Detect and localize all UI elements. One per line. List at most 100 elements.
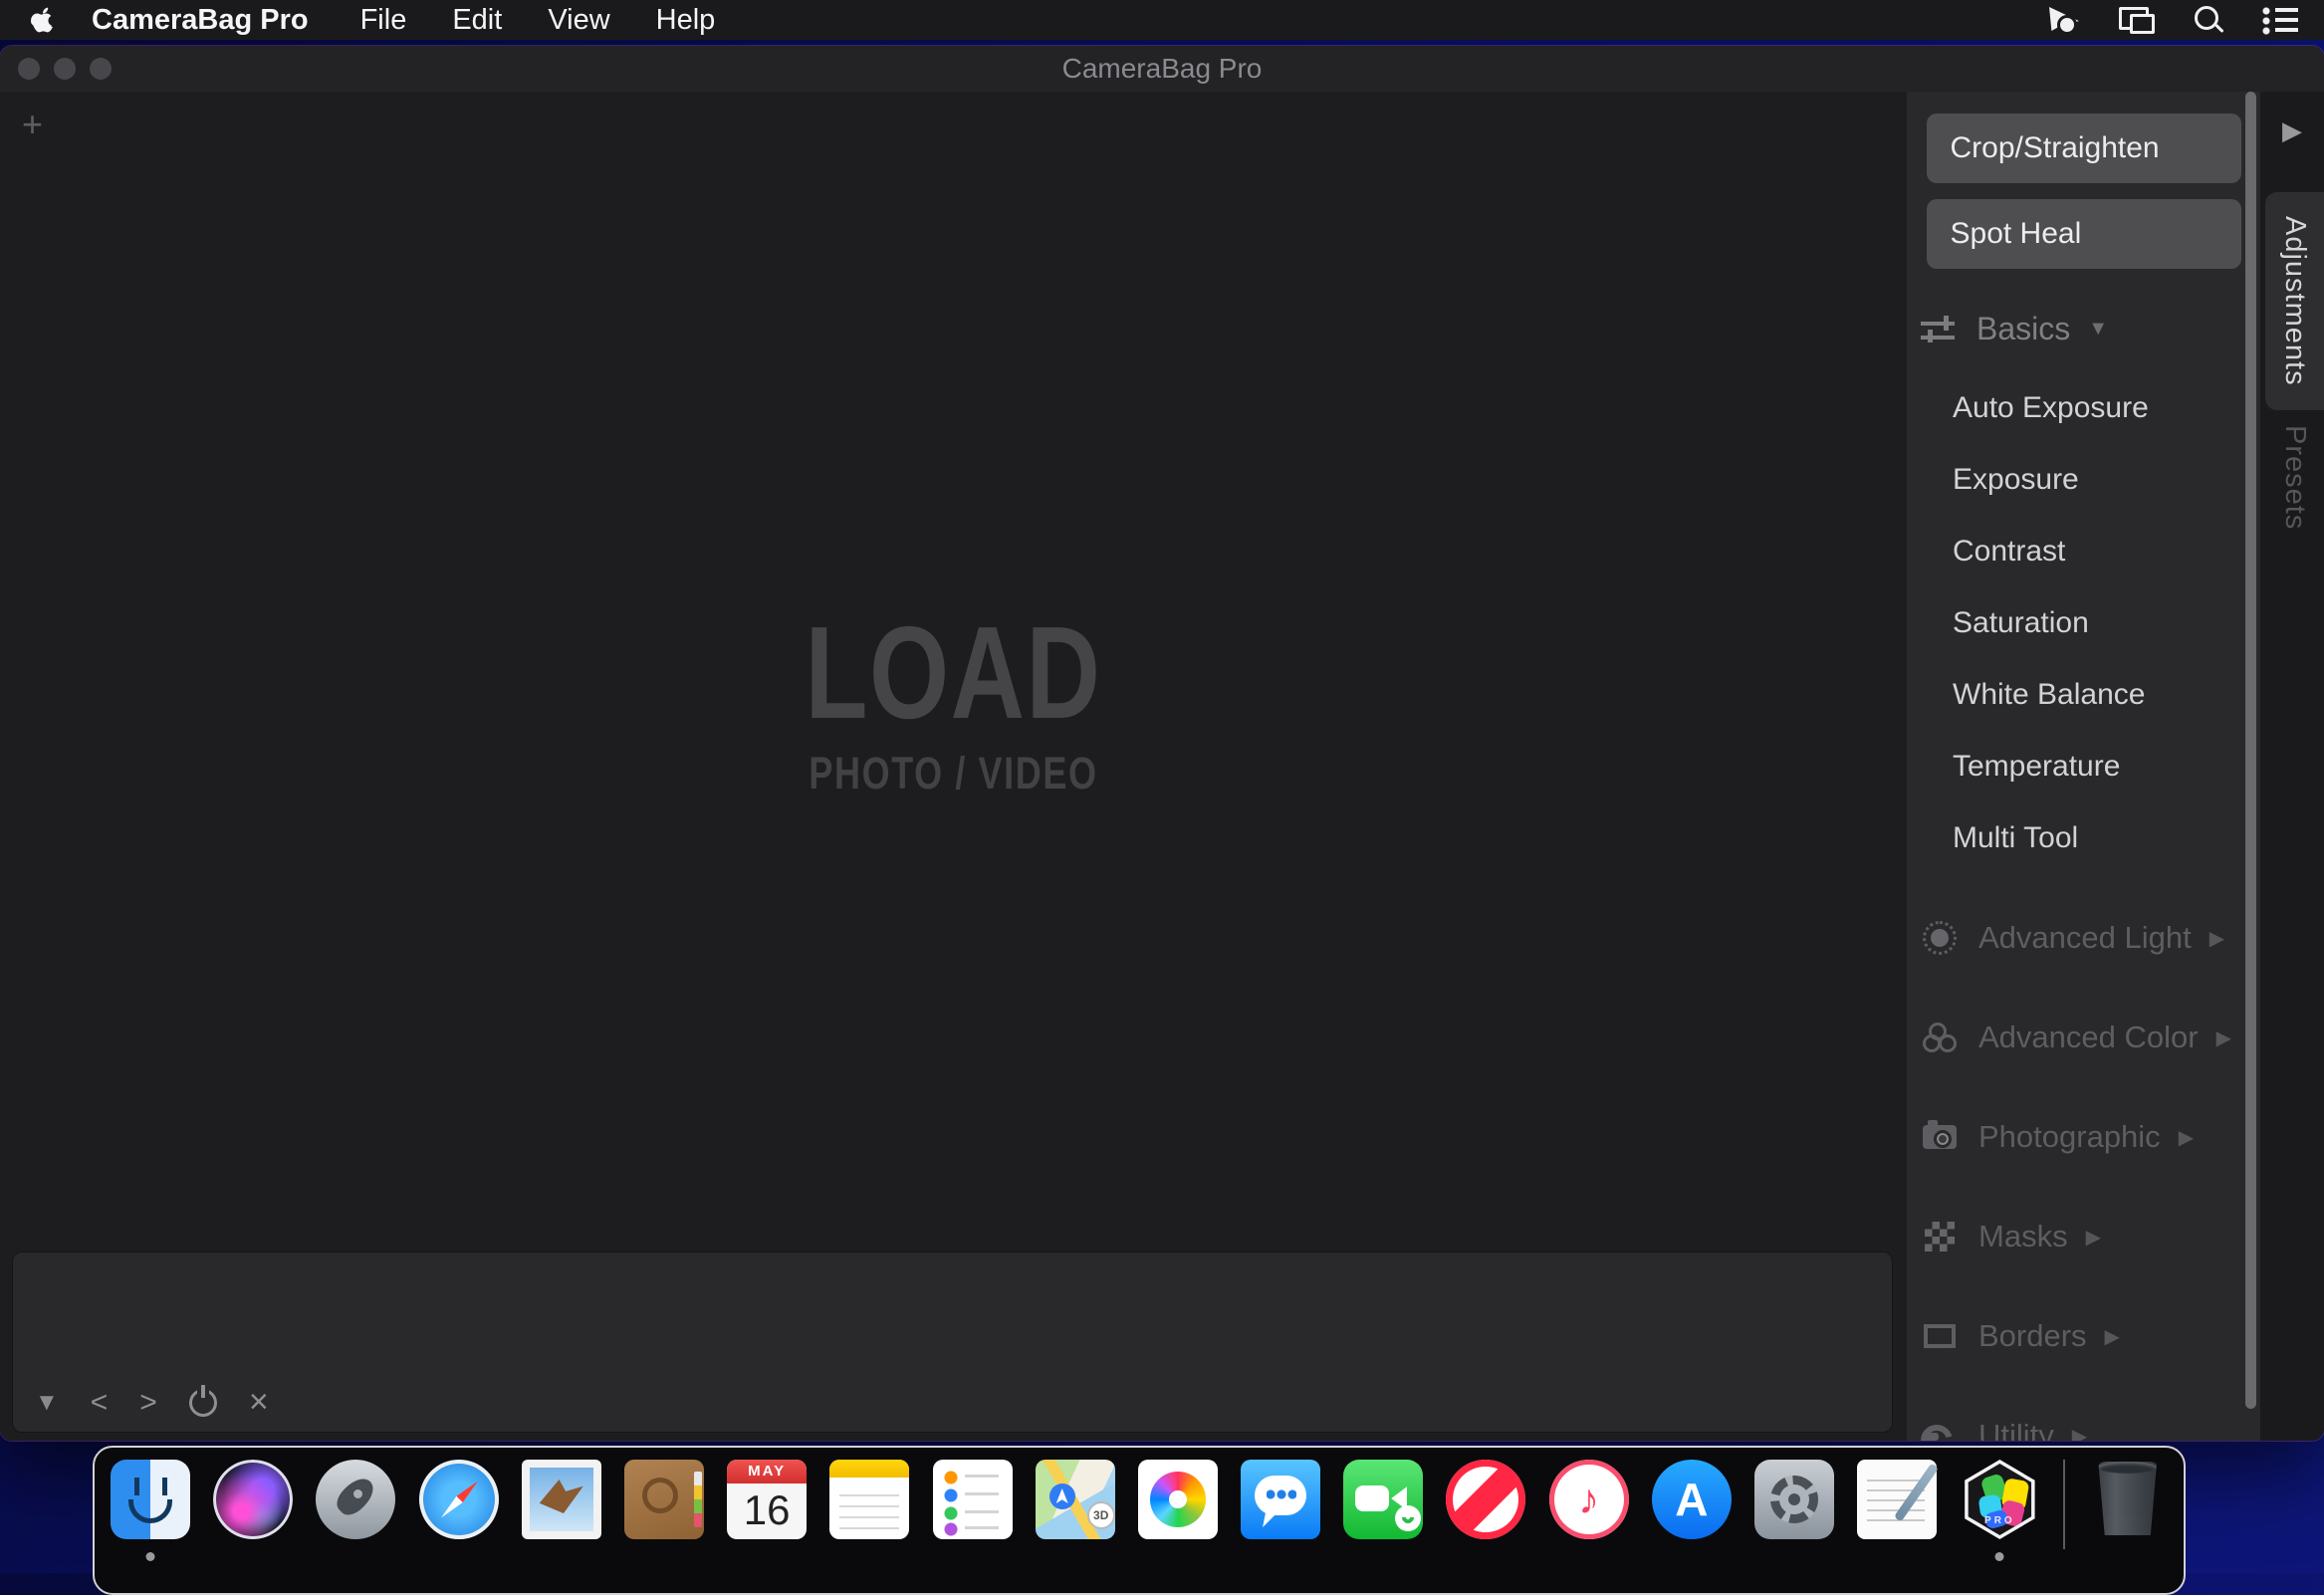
dock-item-appstore[interactable]: A — [1651, 1460, 1732, 1539]
dock-item-messages[interactable] — [1241, 1460, 1321, 1539]
adjustment-item[interactable]: Saturation — [1907, 587, 2260, 659]
camerabag-pro-badge: PRO — [1984, 1515, 2015, 1526]
calendar-day: 16 — [743, 1486, 791, 1533]
photo-canvas[interactable]: + LOAD PHOTO / VIDEO ▼ < > × — [0, 92, 1907, 1441]
window-title: CameraBag Pro — [1061, 53, 1263, 84]
adjustment-item[interactable]: Temperature — [1907, 731, 2260, 802]
contacts-icon — [623, 1460, 704, 1539]
tool-button[interactable]: Crop/Straighten — [1926, 114, 2241, 183]
power-toggle-button[interactable] — [188, 1384, 217, 1417]
notes-icon — [829, 1460, 910, 1539]
dock-item-maps[interactable]: 3D — [1035, 1460, 1115, 1539]
dock-item-notes[interactable] — [829, 1460, 910, 1539]
dock-item-facetime[interactable] — [1343, 1460, 1424, 1539]
displays-icon[interactable] — [2119, 3, 2155, 37]
group-utility[interactable]: Utility ▶ — [1907, 1386, 2260, 1441]
filmstrip-controls: ▼ < > × — [35, 1383, 269, 1422]
search-icon[interactable] — [2191, 3, 2226, 37]
dock-item-camerabag-pro[interactable]: PRO — [1960, 1460, 2039, 1539]
load-placeholder[interactable]: LOAD PHOTO / VIDEO — [0, 597, 1907, 799]
finder-icon — [111, 1460, 190, 1539]
dock-item-music[interactable]: ♪ — [1548, 1460, 1629, 1539]
filmstrip-panel: ▼ < > × — [12, 1252, 1893, 1433]
dock-item-launchpad[interactable] — [316, 1460, 396, 1539]
color-circles-icon — [1921, 1023, 1959, 1052]
basics-label: Basics — [1976, 310, 2071, 346]
photos-icon — [1137, 1460, 1218, 1539]
dock-item-reminders[interactable] — [932, 1460, 1013, 1539]
group-advanced-light[interactable]: Advanced Light ▶ — [1907, 888, 2260, 988]
camerabag-pro-icon: PRO — [1965, 1460, 2035, 1539]
wrench-icon — [1921, 1421, 1959, 1441]
panel-collapse-arrow-icon[interactable]: ▶ — [2282, 115, 2302, 146]
trash-icon — [2098, 1462, 2158, 1535]
filmstrip-collapse-button[interactable]: ▼ — [35, 1389, 59, 1417]
dock-item-photos[interactable] — [1137, 1460, 1218, 1539]
chevron-right-icon: ▶ — [2104, 1325, 2120, 1348]
safari-icon — [418, 1460, 499, 1539]
dock-item-news[interactable] — [1446, 1460, 1526, 1539]
dock-item-finder[interactable] — [111, 1460, 190, 1539]
apple-menu-icon[interactable] — [30, 3, 60, 37]
menu-item[interactable]: View — [548, 4, 609, 37]
maps-3d-badge: 3D — [1086, 1501, 1115, 1529]
tool-buttons: Crop/Straighten Spot Heal — [1907, 114, 2260, 269]
dock-item-calendar[interactable]: MAY 16 — [727, 1460, 808, 1539]
load-title: LOAD — [805, 599, 1102, 746]
facetime-icon — [1343, 1460, 1424, 1539]
adjustment-item[interactable]: Auto Exposure — [1907, 372, 2260, 444]
group-advanced-color[interactable]: Advanced Color ▶ — [1907, 988, 2260, 1087]
menubar-status-icons — [2047, 0, 2298, 40]
tab-adjustments[interactable]: Adjustments — [2265, 192, 2324, 410]
dock-item-textedit[interactable] — [1857, 1460, 1938, 1539]
adjustment-item[interactable]: Exposure — [1907, 444, 2260, 516]
adjustment-item[interactable]: White Balance — [1907, 659, 2260, 731]
chevron-right-icon: ▶ — [2215, 1026, 2231, 1049]
close-photo-button[interactable]: × — [249, 1383, 269, 1422]
camerabag-window: CameraBag Pro + LOAD PHOTO / VIDEO ▼ < >… — [0, 46, 2324, 1441]
chevron-down-icon[interactable]: ▼ — [2088, 318, 2108, 341]
adjustment-item[interactable]: Contrast — [1907, 516, 2260, 587]
basics-section-header[interactable]: Basics ▼ — [1921, 309, 2260, 348]
next-photo-button[interactable]: > — [139, 1386, 157, 1420]
tab-presets[interactable]: Presets — [2265, 420, 2324, 536]
chevron-right-icon: ▶ — [2085, 1226, 2101, 1249]
dock-item-system-preferences[interactable] — [1754, 1460, 1834, 1539]
news-icon — [1446, 1460, 1526, 1539]
load-subtitle: PHOTO / VIDEO — [809, 748, 1098, 798]
dock-item-trash[interactable] — [2088, 1460, 2168, 1539]
sliders-icon — [1921, 315, 1955, 342]
music-icon: ♪ — [1548, 1460, 1629, 1539]
app-store-icon: A — [1651, 1460, 1732, 1539]
mail-icon — [521, 1460, 601, 1539]
app-menus: File Edit View Help — [360, 4, 716, 37]
previous-photo-button[interactable]: < — [91, 1386, 109, 1420]
pointer-camera-icon[interactable] — [2047, 3, 2083, 37]
adjustment-item[interactable]: Multi Tool — [1907, 802, 2260, 874]
calendar-month: MAY — [727, 1460, 808, 1483]
dock-item-safari[interactable] — [418, 1460, 499, 1539]
menu-item[interactable]: File — [360, 4, 407, 37]
maps-navigation-arrow-icon — [1048, 1483, 1075, 1509]
sidebar-scrollbar[interactable] — [2245, 92, 2256, 1409]
window-titlebar[interactable]: CameraBag Pro — [0, 46, 2324, 92]
dock-item-mail[interactable] — [521, 1460, 601, 1539]
panel-tab-strip: ▶ Adjustments Presets — [2260, 92, 2324, 1441]
messages-icon — [1241, 1460, 1321, 1539]
group-borders[interactable]: Borders ▶ — [1907, 1286, 2260, 1386]
launchpad-icon — [316, 1460, 396, 1539]
list-icon[interactable] — [2262, 3, 2298, 37]
menu-bar: CameraBag Pro File Edit View Help — [0, 0, 2324, 40]
group-photographic[interactable]: Photographic ▶ — [1907, 1087, 2260, 1187]
basics-adjustments-list: Auto Exposure Exposure Contrast Saturation W… — [1907, 372, 2260, 874]
add-photo-button[interactable]: + — [22, 104, 43, 145]
dock-item-contacts[interactable] — [623, 1460, 704, 1539]
dock-item-siri[interactable] — [213, 1460, 294, 1539]
group-masks[interactable]: Masks ▶ — [1907, 1187, 2260, 1286]
menu-item[interactable]: Edit — [452, 4, 502, 37]
adjustments-sidebar: Crop/Straighten Spot Heal Basics ▼ Auto E… — [1907, 92, 2260, 1441]
menu-item[interactable]: Help — [656, 4, 716, 37]
tool-button[interactable]: Spot Heal — [1926, 199, 2241, 269]
adjustment-groups: Advanced Light ▶ Advanced Color ▶ Photog… — [1907, 888, 2260, 1441]
active-app-name[interactable]: CameraBag Pro — [92, 4, 309, 37]
